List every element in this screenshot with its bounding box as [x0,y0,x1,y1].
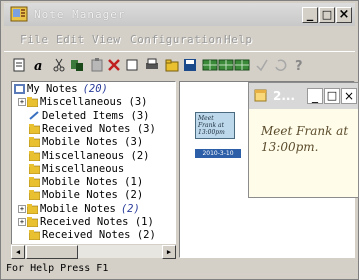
cut-icon[interactable] [51,57,67,73]
tree-item[interactable]: Mobile Notes (2) [18,189,143,202]
scrollbar-thumb[interactable] [26,245,78,259]
tree-item[interactable]: + Received Notes (1) [18,216,154,229]
expand-icon[interactable]: + [18,218,26,226]
scroll-left-button[interactable]: ◀ [11,245,25,259]
note-title-bar[interactable]: 2... _ □ × [249,83,358,109]
note-body-text[interactable]: Meet Frank at 13:00pm. [261,123,351,155]
tree-item-label: Mobile Notes (3) [42,136,144,149]
paste-icon[interactable] [89,57,105,73]
note-icon [254,89,267,102]
menu-view[interactable]: View [92,33,121,46]
menu-file[interactable]: File [20,33,49,46]
tree-item[interactable]: Mobile Notes (3) [18,136,143,149]
status-bar-text: For Help Press F1 [6,263,109,274]
folder-icon [29,163,40,174]
print-icon[interactable] [144,57,160,73]
folder-icon [29,230,40,241]
tree-item[interactable]: + Mobile Notes (2) [18,203,140,216]
app-icon [10,6,28,22]
folder-icon [27,97,38,108]
tree-item-label: Received Notes (1) [40,216,154,228]
tree-item-label: Mobile Notes (2) [42,189,144,202]
note-title: 2... [273,89,296,103]
svg-text:a: a [34,59,42,73]
menu-edit[interactable]: Edit [56,33,85,46]
tree-item[interactable]: Miscellaneous (2) [18,150,149,163]
horizontal-scrollbar[interactable]: ◀ ▶ [11,244,176,259]
tree-item-label: Mobile Notes (1) [42,176,144,189]
delete-icon[interactable] [106,57,122,73]
menu-configuration[interactable]: Configuration [130,33,223,46]
main-window: Note Manager _ □ × File Edit View Config… [0,0,359,280]
expand-icon[interactable]: + [18,98,26,107]
grid-icon-2[interactable] [218,57,234,73]
tree-item[interactable]: Received Notes (2) [18,229,156,242]
tree-item-label: Received Notes (2) [42,229,156,242]
note-close-button[interactable]: × [341,88,357,104]
tree-root-item[interactable]: My Notes (20) [14,83,108,96]
folder-icon [29,190,40,201]
save-icon[interactable] [182,57,198,73]
tree-item[interactable]: Mobile Notes (1) [18,176,143,189]
folder-icon [29,177,40,188]
note-thumbnail[interactable]: Meet Frank at 13:00pm [195,112,235,139]
note-maximize-button[interactable]: □ [324,88,340,104]
tree-item[interactable]: + Miscellaneous (3) [18,96,147,109]
tree-item-label: Deleted Items (3) [42,109,150,122]
tree-item-label: Miscellaneous [42,162,125,175]
tree-item-label: Miscellaneous (3) [40,96,148,109]
tree-item-count: (2) [120,202,140,215]
tree-item[interactable]: Miscellaneous [18,163,124,176]
note-minimize-button[interactable]: _ [307,88,323,104]
svg-text:?: ? [295,59,303,73]
expand-icon[interactable]: + [18,204,26,213]
folder-icon [27,217,38,227]
toolbar: a ? [4,51,355,77]
maximize-button[interactable]: □ [319,7,335,23]
help-icon[interactable]: ? [291,57,307,73]
menu-help[interactable]: Help [224,33,253,46]
refresh-icon[interactable] [272,57,288,73]
notes-tree[interactable]: My Notes (20) + Miscellaneous (3) Deleted It… [11,81,176,258]
grid-icon-3[interactable] [234,57,250,73]
tree-item[interactable]: Deleted Items (3) [18,110,149,123]
note-date-badge: 2010-3-10 [195,149,241,158]
folder-icon [27,203,38,214]
check-icon[interactable] [254,57,270,73]
note-window[interactable]: 2... _ □ × Meet Frank at 13:00pm. [248,82,359,198]
folder-icon [29,150,40,161]
grid-icon-1[interactable] [202,57,218,73]
title-bar[interactable]: Note Manager _ □ × [4,3,355,26]
tree-item-label: Miscellaneous (2) [42,149,150,162]
notebook-icon [14,84,25,94]
folder-icon [29,123,40,134]
tree-item-label: Received Notes (3) [42,122,156,135]
font-icon[interactable]: a [31,57,47,73]
window-title: Note Manager [34,8,126,21]
copy-icon[interactable] [69,57,85,73]
menu-bar: File Edit View Configuration Help [4,28,355,50]
tree-item-count: (20) [82,83,108,95]
minimize-button[interactable]: _ [302,7,318,23]
folder-icon [29,137,40,148]
blank-icon[interactable] [124,57,140,73]
tree-item-label: Mobile Notes [40,202,116,215]
folder-icon[interactable] [164,57,180,73]
new-note-icon[interactable] [11,57,27,73]
tree-item[interactable]: Received Notes (3) [18,123,156,136]
tree-item-label: My Notes [27,83,78,95]
scroll-right-button[interactable]: ▶ [162,245,176,259]
trash-icon [29,110,39,120]
close-button[interactable]: × [336,7,352,23]
